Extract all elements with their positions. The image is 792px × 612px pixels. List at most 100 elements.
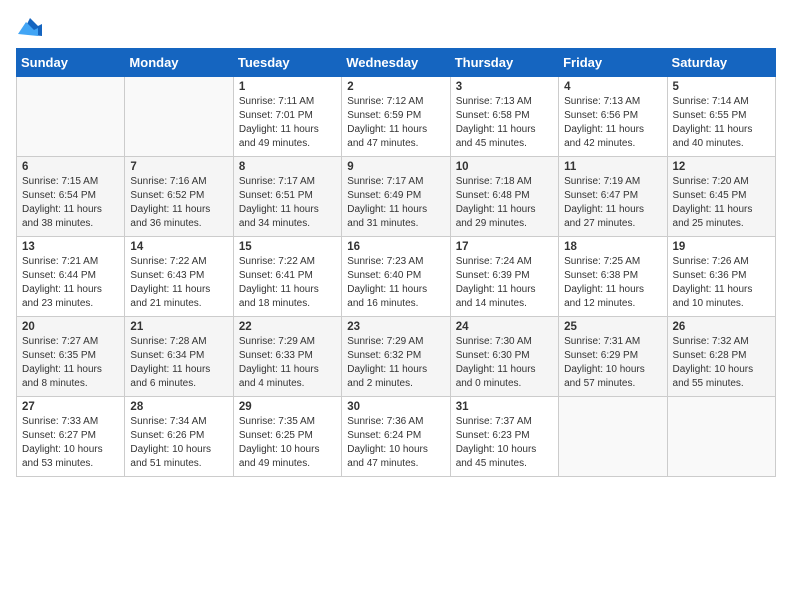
- cell-sun-info: Sunrise: 7:17 AMSunset: 6:49 PMDaylight:…: [347, 175, 444, 231]
- calendar-cell: 16 Sunrise: 7:23 AMSunset: 6:40 PMDayligh…: [342, 237, 450, 317]
- cell-sun-info: Sunrise: 7:29 AMSunset: 6:33 PMDaylight:…: [239, 335, 336, 391]
- calendar-cell: 17Sunrise: 7:24 AMSunset: 6:39 PMDayligh…: [450, 237, 558, 317]
- day-number: 17: [456, 241, 553, 253]
- logo-icon: [18, 16, 42, 36]
- weekday-header-wednesday: Wednesday: [342, 49, 450, 77]
- cell-sun-info: Sunrise: 7:26 AMSunset: 6:36 PMDaylight:…: [673, 255, 770, 311]
- calendar-cell: [125, 77, 233, 157]
- day-number: 27: [22, 401, 119, 413]
- calendar-cell: 11 Sunrise: 7:19 AMSunset: 6:47 PMDayligh…: [559, 157, 667, 237]
- day-number: 4: [564, 81, 661, 93]
- calendar-cell: 27 Sunrise: 7:33 AMSunset: 6:27 PMDayligh…: [17, 397, 125, 477]
- logo: [16, 16, 42, 36]
- calendar-cell: 28 Sunrise: 7:34 AMSunset: 6:26 PMDayligh…: [125, 397, 233, 477]
- cell-sun-info: Sunrise: 7:12 AMSunset: 6:59 PMDaylight:…: [347, 95, 444, 151]
- cell-sun-info: Sunrise: 7:37 AMSunset: 6:23 PMDaylight:…: [456, 415, 553, 471]
- calendar-cell: [667, 397, 775, 477]
- cell-sun-info: Sunrise: 7:28 AMSunset: 6:34 PMDaylight:…: [130, 335, 227, 391]
- calendar-cell: 22Sunrise: 7:29 AMSunset: 6:33 PMDayligh…: [233, 317, 341, 397]
- weekday-header-saturday: Saturday: [667, 49, 775, 77]
- cell-sun-info: Sunrise: 7:25 AMSunset: 6:38 PMDaylight:…: [564, 255, 661, 311]
- calendar-cell: [559, 397, 667, 477]
- cell-sun-info: Sunrise: 7:21 AMSunset: 6:44 PMDaylight:…: [22, 255, 119, 311]
- calendar-cell: 8 Sunrise: 7:17 AMSunset: 6:51 PMDaylight…: [233, 157, 341, 237]
- day-number: 13: [22, 241, 119, 253]
- calendar-cell: 20 Sunrise: 7:27 AMSunset: 6:35 PMDayligh…: [17, 317, 125, 397]
- page-header: [16, 16, 776, 36]
- week-row-2: 6 Sunrise: 7:15 AMSunset: 6:54 PMDaylight…: [17, 157, 776, 237]
- day-number: 23: [347, 321, 444, 333]
- cell-sun-info: Sunrise: 7:23 AMSunset: 6:40 PMDaylight:…: [347, 255, 444, 311]
- weekday-header-row: SundayMondayTuesdayWednesdayThursdayFrid…: [17, 49, 776, 77]
- cell-sun-info: Sunrise: 7:22 AMSunset: 6:41 PMDaylight:…: [239, 255, 336, 311]
- cell-sun-info: Sunrise: 7:18 AMSunset: 6:48 PMDaylight:…: [456, 175, 553, 231]
- calendar-cell: 7Sunrise: 7:16 AMSunset: 6:52 PMDaylight…: [125, 157, 233, 237]
- day-number: 28: [130, 401, 227, 413]
- calendar-cell: 10 Sunrise: 7:18 AMSunset: 6:48 PMDayligh…: [450, 157, 558, 237]
- day-number: 2: [347, 81, 444, 93]
- week-row-1: 1Sunrise: 7:11 AMSunset: 7:01 PMDaylight…: [17, 77, 776, 157]
- cell-sun-info: Sunrise: 7:31 AMSunset: 6:29 PMDaylight:…: [564, 335, 661, 391]
- day-number: 16: [347, 241, 444, 253]
- calendar-cell: 19 Sunrise: 7:26 AMSunset: 6:36 PMDayligh…: [667, 237, 775, 317]
- day-number: 5: [673, 81, 770, 93]
- day-number: 7: [130, 161, 227, 173]
- calendar-cell: 29Sunrise: 7:35 AMSunset: 6:25 PMDayligh…: [233, 397, 341, 477]
- cell-sun-info: Sunrise: 7:11 AMSunset: 7:01 PMDaylight:…: [239, 95, 336, 151]
- calendar-cell: 12 Sunrise: 7:20 AMSunset: 6:45 PMDayligh…: [667, 157, 775, 237]
- cell-sun-info: Sunrise: 7:19 AMSunset: 6:47 PMDaylight:…: [564, 175, 661, 231]
- calendar-cell: 9 Sunrise: 7:17 AMSunset: 6:49 PMDaylight…: [342, 157, 450, 237]
- day-number: 12: [673, 161, 770, 173]
- weekday-header-thursday: Thursday: [450, 49, 558, 77]
- calendar-cell: 26 Sunrise: 7:32 AMSunset: 6:28 PMDayligh…: [667, 317, 775, 397]
- day-number: 21: [130, 321, 227, 333]
- calendar-cell: 5 Sunrise: 7:14 AMSunset: 6:55 PMDaylight…: [667, 77, 775, 157]
- day-number: 9: [347, 161, 444, 173]
- day-number: 8: [239, 161, 336, 173]
- cell-sun-info: Sunrise: 7:13 AMSunset: 6:56 PMDaylight:…: [564, 95, 661, 151]
- day-number: 18: [564, 241, 661, 253]
- day-number: 14: [130, 241, 227, 253]
- calendar-cell: 23 Sunrise: 7:29 AMSunset: 6:32 PMDayligh…: [342, 317, 450, 397]
- cell-sun-info: Sunrise: 7:29 AMSunset: 6:32 PMDaylight:…: [347, 335, 444, 391]
- cell-sun-info: Sunrise: 7:27 AMSunset: 6:35 PMDaylight:…: [22, 335, 119, 391]
- day-number: 10: [456, 161, 553, 173]
- day-number: 15: [239, 241, 336, 253]
- calendar-cell: 4 Sunrise: 7:13 AMSunset: 6:56 PMDaylight…: [559, 77, 667, 157]
- cell-sun-info: Sunrise: 7:14 AMSunset: 6:55 PMDaylight:…: [673, 95, 770, 151]
- cell-sun-info: Sunrise: 7:15 AMSunset: 6:54 PMDaylight:…: [22, 175, 119, 231]
- day-number: 6: [22, 161, 119, 173]
- day-number: 30: [347, 401, 444, 413]
- cell-sun-info: Sunrise: 7:34 AMSunset: 6:26 PMDaylight:…: [130, 415, 227, 471]
- cell-sun-info: Sunrise: 7:20 AMSunset: 6:45 PMDaylight:…: [673, 175, 770, 231]
- week-row-3: 13 Sunrise: 7:21 AMSunset: 6:44 PMDayligh…: [17, 237, 776, 317]
- day-number: 3: [456, 81, 553, 93]
- weekday-header-friday: Friday: [559, 49, 667, 77]
- cell-sun-info: Sunrise: 7:30 AMSunset: 6:30 PMDaylight:…: [456, 335, 553, 391]
- cell-sun-info: Sunrise: 7:32 AMSunset: 6:28 PMDaylight:…: [673, 335, 770, 391]
- cell-sun-info: Sunrise: 7:36 AMSunset: 6:24 PMDaylight:…: [347, 415, 444, 471]
- calendar-cell: 13 Sunrise: 7:21 AMSunset: 6:44 PMDayligh…: [17, 237, 125, 317]
- calendar-cell: 18 Sunrise: 7:25 AMSunset: 6:38 PMDayligh…: [559, 237, 667, 317]
- calendar-cell: 15 Sunrise: 7:22 AMSunset: 6:41 PMDayligh…: [233, 237, 341, 317]
- day-number: 20: [22, 321, 119, 333]
- day-number: 26: [673, 321, 770, 333]
- cell-sun-info: Sunrise: 7:17 AMSunset: 6:51 PMDaylight:…: [239, 175, 336, 231]
- calendar-cell: 6 Sunrise: 7:15 AMSunset: 6:54 PMDaylight…: [17, 157, 125, 237]
- day-number: 25: [564, 321, 661, 333]
- calendar-cell: 24 Sunrise: 7:30 AMSunset: 6:30 PMDayligh…: [450, 317, 558, 397]
- weekday-header-tuesday: Tuesday: [233, 49, 341, 77]
- day-number: 19: [673, 241, 770, 253]
- calendar-cell: 25 Sunrise: 7:31 AMSunset: 6:29 PMDayligh…: [559, 317, 667, 397]
- cell-sun-info: Sunrise: 7:33 AMSunset: 6:27 PMDaylight:…: [22, 415, 119, 471]
- calendar-cell: 3 Sunrise: 7:13 AMSunset: 6:58 PMDaylight…: [450, 77, 558, 157]
- cell-sun-info: Sunrise: 7:13 AMSunset: 6:58 PMDaylight:…: [456, 95, 553, 151]
- day-number: 11: [564, 161, 661, 173]
- calendar-cell: [17, 77, 125, 157]
- calendar-cell: 31Sunrise: 7:37 AMSunset: 6:23 PMDayligh…: [450, 397, 558, 477]
- day-number: 24: [456, 321, 553, 333]
- week-row-5: 27 Sunrise: 7:33 AMSunset: 6:27 PMDayligh…: [17, 397, 776, 477]
- calendar-table: SundayMondayTuesdayWednesdayThursdayFrid…: [16, 48, 776, 477]
- weekday-header-sunday: Sunday: [17, 49, 125, 77]
- weekday-header-monday: Monday: [125, 49, 233, 77]
